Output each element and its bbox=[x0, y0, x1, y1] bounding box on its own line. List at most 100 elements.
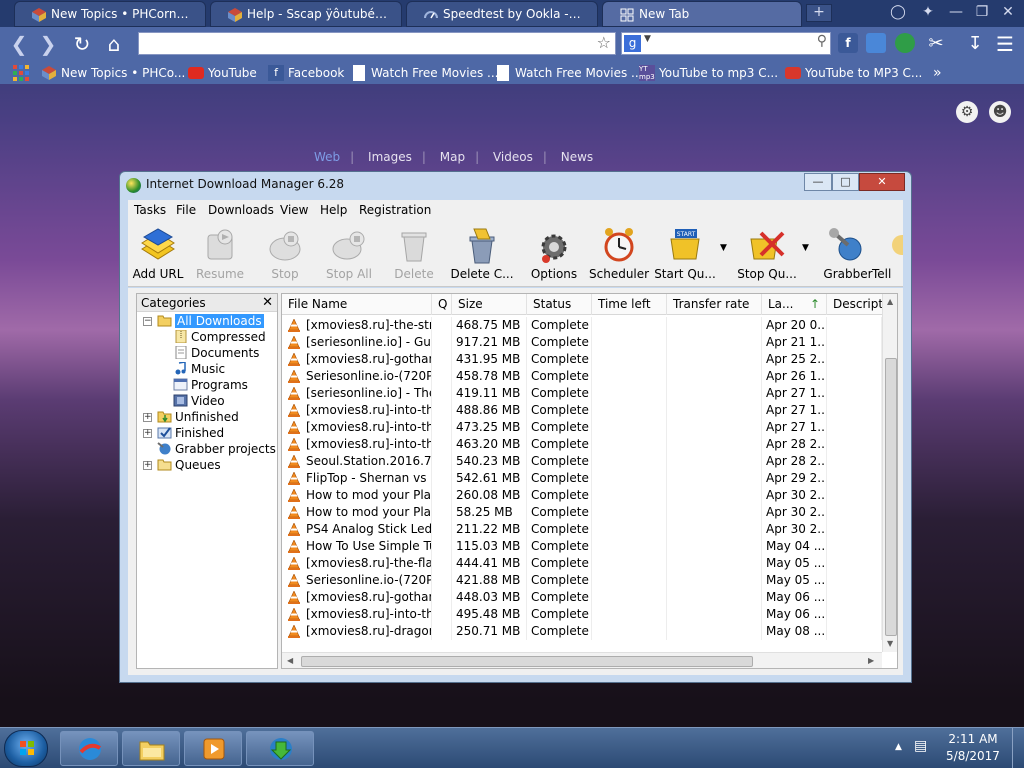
tab-help-sscap[interactable]: Help - Sscap ÿôutubé/ do bbox=[210, 1, 402, 27]
bookmark-youtube[interactable]: YouTube bbox=[188, 64, 257, 82]
scroll-right-icon[interactable]: ▶ bbox=[868, 656, 874, 665]
bookmark-watch-movies-2[interactable]: Watch Free Movies ... bbox=[495, 64, 642, 82]
category-compressed[interactable]: Compressed bbox=[173, 329, 266, 345]
column-file-name[interactable]: File Name bbox=[282, 294, 432, 315]
minimize-icon[interactable]: — bbox=[944, 2, 968, 22]
column-size[interactable]: Size bbox=[452, 294, 527, 315]
reload-icon[interactable]: ↻ bbox=[68, 30, 96, 58]
table-row[interactable]: PS4 Analog Stick Led M... 211.22 MBComple… bbox=[282, 521, 882, 538]
delete-button[interactable]: Delete bbox=[384, 225, 444, 281]
facebook-extension-icon[interactable]: f bbox=[838, 33, 858, 53]
taskbar-explorer[interactable] bbox=[122, 731, 180, 766]
start-button[interactable] bbox=[4, 730, 48, 767]
options-button[interactable]: Options bbox=[524, 225, 584, 281]
collapse-icon[interactable]: − bbox=[143, 317, 152, 326]
table-row[interactable]: How to mod your Playst... 58.25 MBComplet… bbox=[282, 504, 882, 521]
start-queue-button[interactable]: START Start Qu... bbox=[654, 225, 716, 281]
vertical-scrollbar[interactable]: ▲ ▼ bbox=[882, 294, 897, 652]
menu-file[interactable]: File bbox=[176, 203, 196, 217]
add-url-button[interactable]: Add URL bbox=[128, 225, 188, 281]
menu-icon[interactable]: ☰ bbox=[991, 30, 1019, 58]
table-row[interactable]: [xmovies8.ru]-into-the-... 473.25 MBCompl… bbox=[282, 419, 882, 436]
taskbar-browser[interactable] bbox=[60, 731, 118, 766]
taskbar-idm[interactable] bbox=[246, 731, 314, 766]
ntp-link-images[interactable]: Images bbox=[368, 150, 412, 164]
table-row[interactable]: [xmovies8.ru]-into-the-... 488.86 MBCompl… bbox=[282, 402, 882, 419]
bookmarks-overflow-icon[interactable]: » bbox=[933, 64, 942, 82]
column-description[interactable]: Descriptio bbox=[827, 294, 894, 315]
table-row[interactable]: [xmovies8.ru]-the-flash... 444.41 MBCompl… bbox=[282, 555, 882, 572]
column-last-try[interactable]: La... ↑ bbox=[762, 294, 827, 315]
network-icon[interactable]: ▤ bbox=[914, 738, 927, 754]
menu-tasks[interactable]: Tasks bbox=[134, 203, 166, 217]
table-row[interactable]: Seoul.Station.2016.720... 540.23 MBComple… bbox=[282, 453, 882, 470]
category-music[interactable]: Music bbox=[173, 361, 225, 377]
ntp-link-web[interactable]: Web bbox=[314, 150, 340, 164]
horizontal-scrollbar[interactable]: ◀ ▶ bbox=[282, 652, 882, 668]
category-documents[interactable]: Documents bbox=[173, 345, 259, 361]
profile-bubble-icon[interactable]: ◯ bbox=[886, 2, 910, 22]
tell-friend-button[interactable]: Tell bbox=[872, 225, 903, 281]
ntp-link-map[interactable]: Map bbox=[440, 150, 465, 164]
home-icon[interactable]: ⌂ bbox=[100, 30, 128, 58]
apps-grid-icon[interactable] bbox=[12, 64, 30, 82]
table-row[interactable]: Seriesonline.io-(720P - ... 421.88 MBComp… bbox=[282, 572, 882, 589]
forward-icon[interactable]: ❯ bbox=[34, 30, 62, 58]
scroll-down-icon[interactable]: ▼ bbox=[887, 639, 893, 648]
horizontal-scroll-thumb[interactable] bbox=[301, 656, 753, 667]
scheduler-button[interactable]: Scheduler bbox=[589, 225, 649, 281]
vertical-scroll-thumb[interactable] bbox=[885, 358, 897, 636]
show-desktop-button[interactable] bbox=[1012, 728, 1024, 768]
table-row[interactable]: [seriesonline.io] - Guar... 917.21 MBComp… bbox=[282, 334, 882, 351]
ntp-link-videos[interactable]: Videos bbox=[493, 150, 533, 164]
column-status[interactable]: Status bbox=[527, 294, 592, 315]
menu-help[interactable]: Help bbox=[320, 203, 347, 217]
bookmark-facebook[interactable]: f Facebook bbox=[268, 64, 344, 82]
tab-speedtest[interactable]: Speedtest by Ookla - The bbox=[406, 1, 598, 27]
menu-registration[interactable]: Registration bbox=[359, 203, 431, 217]
table-row[interactable]: [xmovies8.ru]-gotham-... 431.95 MBComplet… bbox=[282, 351, 882, 368]
category-all-downloads[interactable]: All Downloads bbox=[157, 313, 264, 329]
scroll-left-icon[interactable]: ◀ bbox=[287, 656, 293, 665]
bookmark-youtube-mp3-1[interactable]: YT mp3 YouTube to mp3 C... bbox=[639, 64, 778, 82]
shield-extension-icon[interactable] bbox=[895, 33, 915, 53]
tray-clock[interactable]: 2:11 AM 5/8/2017 bbox=[942, 731, 1004, 765]
table-row[interactable]: Seriesonline.io-(720P - ... 458.78 MBComp… bbox=[282, 368, 882, 385]
column-q[interactable]: Q bbox=[432, 294, 452, 315]
stop-all-button[interactable]: Stop All bbox=[319, 225, 379, 281]
delete-completed-button[interactable]: Delete C... bbox=[450, 225, 514, 281]
table-row[interactable]: [xmovies8.ru]-gotham-... 448.03 MBComplet… bbox=[282, 589, 882, 606]
category-programs[interactable]: Programs bbox=[173, 377, 248, 393]
menu-view[interactable]: View bbox=[280, 203, 308, 217]
stop-queue-dropdown-icon[interactable]: ▼ bbox=[802, 243, 809, 253]
table-row[interactable]: FlipTop - Shernan vs El... 542.61 MBCompl… bbox=[282, 470, 882, 487]
ntp-link-news[interactable]: News bbox=[561, 150, 593, 164]
expand-icon[interactable]: + bbox=[143, 413, 152, 422]
table-row[interactable]: [xmovies8.ru]-into-the-... 463.20 MBCompl… bbox=[282, 436, 882, 453]
menu-downloads[interactable]: Downloads bbox=[208, 203, 274, 217]
idm-maximize-button[interactable]: □ bbox=[832, 173, 859, 191]
close-icon[interactable]: ✕ bbox=[996, 2, 1020, 22]
bookmark-phcorner[interactable]: New Topics • PHCo... bbox=[41, 64, 185, 82]
scroll-up-icon[interactable]: ▲ bbox=[887, 297, 893, 306]
chevron-down-icon[interactable]: ▼ bbox=[644, 34, 651, 44]
table-row[interactable]: [xmovies8.ru]-dragon-... 250.71 MBComplet… bbox=[282, 623, 882, 640]
category-unfinished[interactable]: Unfinished bbox=[157, 409, 239, 425]
search-engine-box[interactable]: g ▼ ⚲ bbox=[621, 32, 831, 55]
stop-queue-button[interactable]: Stop Qu... bbox=[736, 225, 798, 281]
idm-titlebar[interactable]: Internet Download Manager 6.28 — □ ✕ bbox=[120, 172, 911, 198]
table-row[interactable]: How to mod your Playst... 260.08 MBComple… bbox=[282, 487, 882, 504]
restore-icon[interactable]: ❐ bbox=[970, 2, 994, 22]
pin-icon[interactable]: ✦ bbox=[916, 2, 940, 22]
bookmark-watch-movies-1[interactable]: Watch Free Movies ... bbox=[351, 64, 498, 82]
settings-gear-icon[interactable]: ⚙ bbox=[956, 101, 978, 123]
scissors-icon[interactable]: ✂ bbox=[922, 30, 950, 58]
new-tab-button[interactable]: + bbox=[806, 4, 832, 22]
download-icon[interactable]: ↧ bbox=[961, 30, 989, 58]
idm-minimize-button[interactable]: — bbox=[804, 173, 832, 191]
bookmark-youtube-mp3-2[interactable]: YouTube to MP3 C... bbox=[785, 64, 922, 82]
back-icon[interactable]: ❮ bbox=[5, 30, 33, 58]
expand-icon[interactable]: + bbox=[143, 429, 152, 438]
table-row[interactable]: [xmovies8.ru]-into-the-... 495.48 MBCompl… bbox=[282, 606, 882, 623]
address-bar[interactable]: ☆ bbox=[138, 32, 616, 55]
